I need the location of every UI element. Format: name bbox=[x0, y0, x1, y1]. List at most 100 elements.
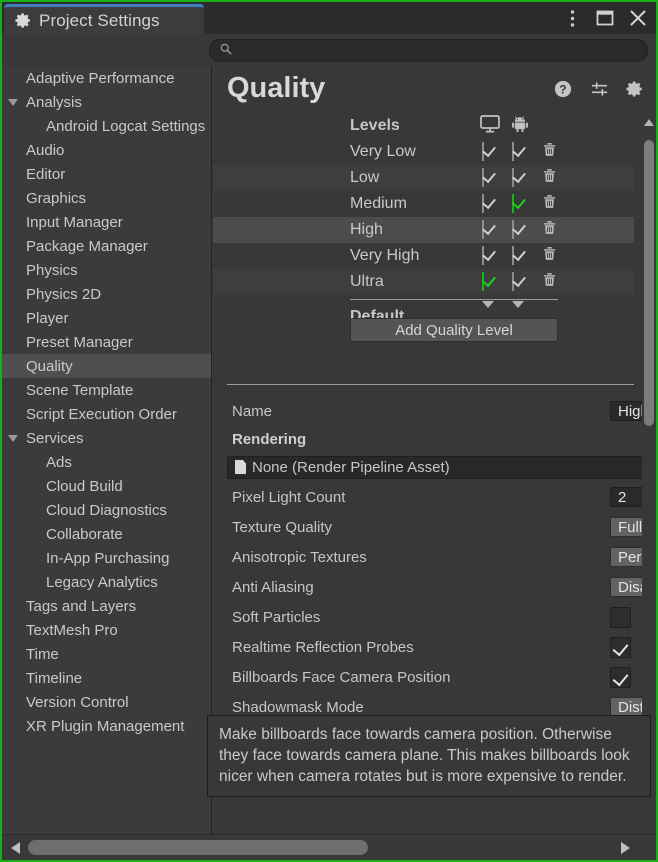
delete-level-icon[interactable] bbox=[541, 193, 558, 215]
horizontal-scrollbar[interactable] bbox=[2, 834, 656, 860]
add-quality-level-button[interactable]: Add Quality Level bbox=[350, 318, 558, 342]
android-checkbox[interactable] bbox=[512, 272, 514, 291]
sidebar-item-preset-manager[interactable]: Preset Manager bbox=[2, 330, 211, 354]
delete-level-icon[interactable] bbox=[541, 245, 558, 267]
sidebar-item-script-execution-order[interactable]: Script Execution Order bbox=[2, 402, 211, 426]
sidebar-item-time[interactable]: Time bbox=[2, 642, 211, 666]
sidebar-item-in-app-purchasing[interactable]: In-App Purchasing bbox=[2, 546, 211, 570]
delete-level-icon[interactable] bbox=[541, 271, 558, 293]
settings-sidebar[interactable]: Adaptive Performance Analysis Android Logc… bbox=[2, 66, 212, 860]
sidebar-item-quality[interactable]: Quality bbox=[2, 354, 211, 378]
levels-header-row: Levels bbox=[213, 113, 634, 139]
sidebar-item-package-manager[interactable]: Package Manager bbox=[2, 234, 211, 258]
sidebar-item-cloud-diagnostics[interactable]: Cloud Diagnostics bbox=[2, 498, 211, 522]
quality-level-row[interactable]: Medium bbox=[213, 191, 634, 217]
tooltip-popup: Make billboards face towards camera posi… bbox=[207, 715, 651, 797]
sidebar-item-android-logcat-settings[interactable]: Android Logcat Settings bbox=[2, 114, 211, 138]
standalone-checkbox[interactable] bbox=[482, 220, 484, 239]
sidebar-item-cloud-build[interactable]: Cloud Build bbox=[2, 474, 211, 498]
sidebar-item-collaborate[interactable]: Collaborate bbox=[2, 522, 211, 546]
kebab-menu-icon[interactable] bbox=[562, 8, 582, 28]
tab-project-settings[interactable]: Project Settings bbox=[4, 4, 204, 34]
standalone-checkbox[interactable] bbox=[482, 272, 484, 291]
quality-level-label: High bbox=[350, 221, 383, 239]
sidebar-item-textmesh-pro[interactable]: TextMesh Pro bbox=[2, 618, 211, 642]
quality-level-row[interactable]: Low bbox=[213, 165, 634, 191]
sidebar-item-editor[interactable]: Editor bbox=[2, 162, 211, 186]
panel-header-icons: ? bbox=[553, 79, 645, 99]
expand-triangle-icon[interactable] bbox=[2, 99, 24, 106]
delete-level-icon[interactable] bbox=[541, 219, 558, 241]
search-field[interactable] bbox=[209, 39, 648, 62]
quality-level-row[interactable]: Very Low bbox=[213, 139, 634, 165]
android-checkbox[interactable] bbox=[512, 246, 514, 265]
property-checkbox[interactable] bbox=[610, 667, 631, 688]
render-pipeline-asset-field[interactable]: None (Render Pipeline Asset) bbox=[227, 456, 656, 479]
android-checkbox[interactable] bbox=[512, 194, 514, 213]
sidebar-item-audio[interactable]: Audio bbox=[2, 138, 211, 162]
sidebar-item-label: Preset Manager bbox=[24, 334, 133, 351]
android-checkbox[interactable] bbox=[512, 168, 514, 187]
property-label: Shadowmask Mode bbox=[232, 699, 364, 716]
sidebar-item-adaptive-performance[interactable]: Adaptive Performance bbox=[2, 66, 211, 90]
name-row: Name High bbox=[213, 396, 656, 426]
scroll-right-arrow-icon[interactable] bbox=[621, 842, 630, 854]
sidebar-item-tags-and-layers[interactable]: Tags and Layers bbox=[2, 594, 211, 618]
sidebar-item-version-control[interactable]: Version Control bbox=[2, 690, 211, 714]
property-label: Realtime Reflection Probes bbox=[232, 639, 414, 656]
standalone-checkbox-wrap bbox=[482, 169, 484, 187]
android-robot-icon bbox=[511, 115, 529, 138]
help-icon[interactable]: ? bbox=[553, 79, 573, 99]
sidebar-item-label: Analysis bbox=[24, 94, 82, 111]
preset-icon[interactable] bbox=[589, 79, 609, 99]
vertical-scrollbar-thumb[interactable] bbox=[644, 140, 654, 426]
sidebar-item-label: Package Manager bbox=[24, 238, 148, 255]
quality-level-row[interactable]: Ultra bbox=[213, 269, 634, 295]
search-input[interactable] bbox=[238, 42, 647, 60]
standalone-checkbox[interactable] bbox=[482, 194, 484, 213]
sidebar-item-physics[interactable]: Physics bbox=[2, 258, 211, 282]
scroll-left-arrow-icon[interactable] bbox=[11, 842, 20, 854]
sidebar-item-analysis[interactable]: Analysis bbox=[2, 90, 211, 114]
sidebar-item-legacy-analytics[interactable]: Legacy Analytics bbox=[2, 570, 211, 594]
sidebar-item-physics-2d[interactable]: Physics 2D bbox=[2, 282, 211, 306]
horizontal-scrollbar-thumb[interactable] bbox=[28, 840, 368, 855]
standalone-checkbox[interactable] bbox=[482, 246, 484, 265]
quality-level-row[interactable]: Very High bbox=[213, 243, 634, 269]
sidebar-item-label: In-App Purchasing bbox=[24, 550, 169, 567]
maximize-icon[interactable] bbox=[595, 8, 615, 28]
sidebar-item-xr-plugin-management[interactable]: XR Plugin Management bbox=[2, 714, 211, 738]
property-row: Anisotropic TexturesPer Texture bbox=[213, 542, 656, 572]
quality-level-label: Very Low bbox=[350, 143, 416, 161]
close-icon[interactable] bbox=[628, 8, 648, 28]
property-checkbox[interactable] bbox=[610, 607, 631, 628]
sidebar-item-label: Timeline bbox=[24, 670, 82, 687]
standalone-checkbox[interactable] bbox=[482, 168, 484, 187]
sidebar-item-timeline[interactable]: Timeline bbox=[2, 666, 211, 690]
quality-level-label: Very High bbox=[350, 247, 419, 265]
sidebar-item-services[interactable]: Services bbox=[2, 426, 211, 450]
sidebar-item-scene-template[interactable]: Scene Template bbox=[2, 378, 211, 402]
sidebar-item-ads[interactable]: Ads bbox=[2, 450, 211, 474]
delete-level-icon[interactable] bbox=[541, 141, 558, 163]
sidebar-item-input-manager[interactable]: Input Manager bbox=[2, 210, 211, 234]
property-row: Anti AliasingDisabled bbox=[213, 572, 656, 602]
expand-triangle-icon[interactable] bbox=[2, 435, 24, 442]
sidebar-item-label: Time bbox=[24, 646, 59, 663]
rendering-section-row: Rendering bbox=[213, 426, 656, 452]
standalone-checkbox-wrap bbox=[482, 273, 484, 291]
quality-level-label: Medium bbox=[350, 195, 407, 213]
android-checkbox[interactable] bbox=[512, 142, 514, 161]
settings-gear-icon[interactable] bbox=[625, 79, 645, 99]
sidebar-item-label: Quality bbox=[24, 358, 73, 375]
sidebar-item-label: Cloud Diagnostics bbox=[24, 502, 167, 519]
property-checkbox[interactable] bbox=[610, 637, 631, 658]
sidebar-item-player[interactable]: Player bbox=[2, 306, 211, 330]
android-checkbox[interactable] bbox=[512, 220, 514, 239]
standalone-checkbox[interactable] bbox=[482, 142, 484, 161]
scroll-up-arrow-icon[interactable] bbox=[644, 119, 654, 126]
sidebar-item-label: Player bbox=[24, 310, 69, 327]
delete-level-icon[interactable] bbox=[541, 167, 558, 189]
sidebar-item-graphics[interactable]: Graphics bbox=[2, 186, 211, 210]
quality-level-row[interactable]: High bbox=[213, 217, 634, 243]
